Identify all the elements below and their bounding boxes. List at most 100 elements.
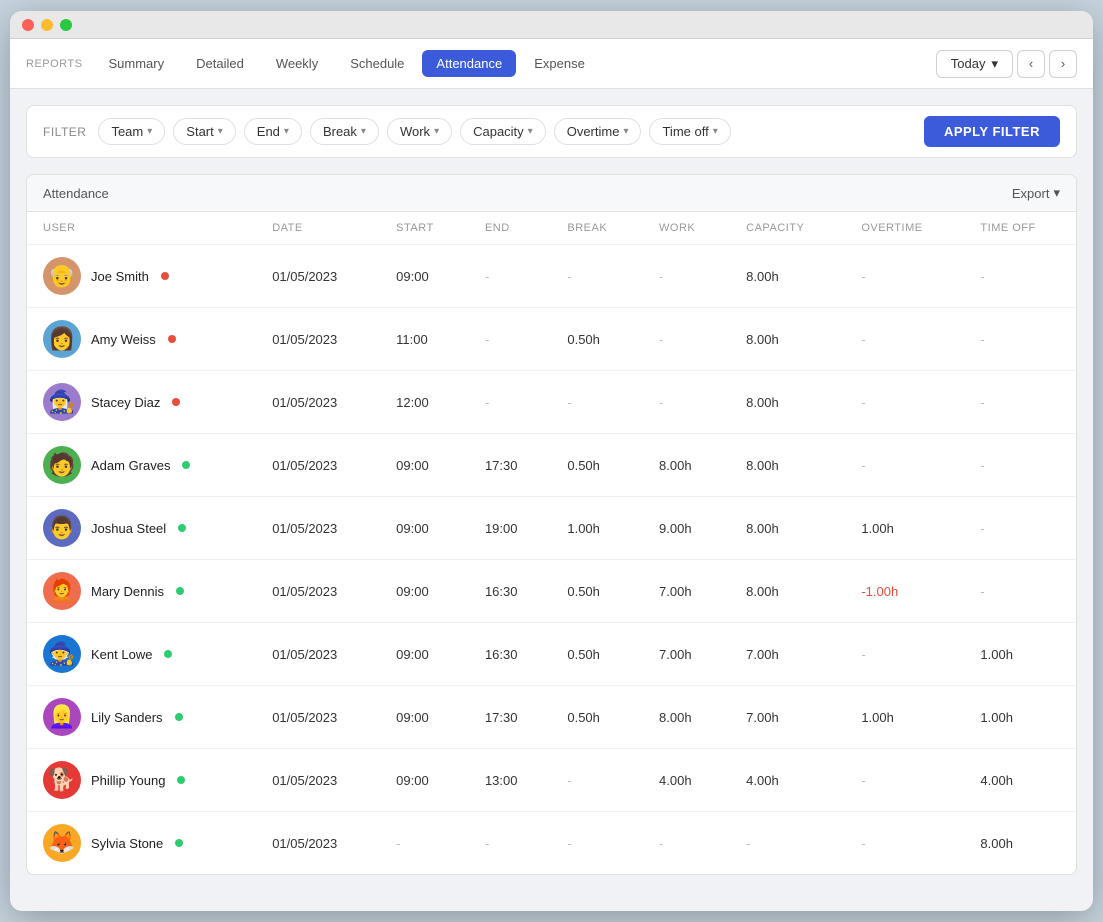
user-cell: 👩 Amy Weiss — [27, 308, 256, 371]
avatar: 👱‍♀️ — [43, 698, 81, 736]
user-cell: 👱‍♀️ Lily Sanders — [27, 686, 256, 749]
tab-detailed[interactable]: Detailed — [182, 50, 258, 77]
apply-filter-button[interactable]: APPLY FILTER — [924, 116, 1060, 147]
table-row: 🦊 Sylvia Stone 01/05/2023------8.00h — [27, 812, 1076, 875]
table-row: 🧙 Kent Lowe 01/05/202309:0016:300.50h7.0… — [27, 623, 1076, 686]
table-row: 🧙‍♀️ Stacey Diaz 01/05/202312:00---8.00h… — [27, 371, 1076, 434]
tab-summary[interactable]: Summary — [94, 50, 178, 77]
maximize-button[interactable] — [60, 19, 72, 31]
capacity-filter[interactable]: Capacity ▾ — [460, 118, 546, 145]
overtime-filter[interactable]: Overtime ▾ — [554, 118, 642, 145]
export-button[interactable]: Export ▾ — [1012, 185, 1060, 201]
avatar: 🧑 — [43, 446, 81, 484]
chevron-down-icon: ▾ — [991, 56, 998, 72]
user-cell: 👴 Joe Smith — [27, 245, 256, 308]
tab-attendance[interactable]: Attendance — [422, 50, 516, 77]
avatar: 👩 — [43, 320, 81, 358]
chevron-down-icon: ▾ — [713, 126, 718, 137]
table-header-row: USER DATE START END BREAK WORK CAPACITY … — [27, 212, 1076, 245]
col-overtime: OVERTIME — [845, 212, 964, 245]
user-name: Sylvia Stone — [91, 836, 163, 851]
user-cell: 🧑‍🦰 Mary Dennis — [27, 560, 256, 623]
user-cell: 👨 Joshua Steel — [27, 497, 256, 560]
col-date: DATE — [256, 212, 380, 245]
minimize-button[interactable] — [41, 19, 53, 31]
filter-label: FILTER — [43, 125, 86, 139]
user-name: Lily Sanders — [91, 710, 163, 725]
chevron-down-icon: ▾ — [147, 126, 152, 137]
table-header-bar: Attendance Export ▾ — [27, 175, 1076, 212]
chevron-down-icon: ▾ — [1053, 185, 1060, 201]
user-cell: 🦊 Sylvia Stone — [27, 812, 256, 875]
chevron-down-icon: ▾ — [528, 126, 533, 137]
table-row: 🧑‍🦰 Mary Dennis 01/05/202309:0016:300.50… — [27, 560, 1076, 623]
user-name: Amy Weiss — [91, 332, 156, 347]
avatar: 👴 — [43, 257, 81, 295]
avatar: 🧑‍🦰 — [43, 572, 81, 610]
break-filter[interactable]: Break ▾ — [310, 118, 379, 145]
user-name: Stacey Diaz — [91, 395, 160, 410]
col-end: END — [469, 212, 551, 245]
nav-tabs: REPORTS Summary Detailed Weekly Schedule… — [26, 50, 599, 77]
reports-label: REPORTS — [26, 58, 82, 70]
filter-bar: FILTER Team ▾ Start ▾ End ▾ Break ▾ Work… — [26, 105, 1077, 158]
avatar: 🦊 — [43, 824, 81, 862]
attendance-table-section: Attendance Export ▾ USER DATE START END … — [26, 174, 1077, 875]
table-row: 👩 Amy Weiss 01/05/202311:00-0.50h-8.00h-… — [27, 308, 1076, 371]
nav-bar: REPORTS Summary Detailed Weekly Schedule… — [10, 39, 1093, 89]
tab-weekly[interactable]: Weekly — [262, 50, 332, 77]
avatar: 👨 — [43, 509, 81, 547]
next-date-button[interactable]: › — [1049, 50, 1077, 78]
table-row: 👨 Joshua Steel 01/05/202309:0019:001.00h… — [27, 497, 1076, 560]
user-name: Joshua Steel — [91, 521, 166, 536]
table-row: 🐕 Phillip Young 01/05/202309:0013:00-4.0… — [27, 749, 1076, 812]
table-row: 👱‍♀️ Lily Sanders 01/05/202309:0017:300.… — [27, 686, 1076, 749]
col-work: WORK — [643, 212, 730, 245]
nav-date-controls: Today ▾ ‹ › — [936, 50, 1077, 78]
user-name: Adam Graves — [91, 458, 170, 473]
col-time-off: TIME OFF — [964, 212, 1076, 245]
close-button[interactable] — [22, 19, 34, 31]
avatar: 🐕 — [43, 761, 81, 799]
prev-date-button[interactable]: ‹ — [1017, 50, 1045, 78]
avatar: 🧙‍♀️ — [43, 383, 81, 421]
title-bar — [10, 11, 1093, 39]
avatar: 🧙 — [43, 635, 81, 673]
col-user: USER — [27, 212, 256, 245]
tab-expense[interactable]: Expense — [520, 50, 599, 77]
status-indicator — [175, 839, 183, 847]
table-row: 👴 Joe Smith 01/05/202309:00---8.00h-- — [27, 245, 1076, 308]
today-button[interactable]: Today ▾ — [936, 50, 1013, 78]
status-indicator — [172, 398, 180, 406]
section-title: Attendance — [43, 186, 109, 201]
table-row: 🧑 Adam Graves 01/05/202309:0017:300.50h8… — [27, 434, 1076, 497]
col-start: START — [380, 212, 469, 245]
chevron-down-icon: ▾ — [218, 126, 223, 137]
user-name: Joe Smith — [91, 269, 149, 284]
chevron-down-icon: ▾ — [434, 126, 439, 137]
col-capacity: CAPACITY — [730, 212, 845, 245]
user-name: Kent Lowe — [91, 647, 152, 662]
user-cell: 🧙 Kent Lowe — [27, 623, 256, 686]
status-indicator — [175, 713, 183, 721]
status-indicator — [178, 524, 186, 532]
status-indicator — [176, 587, 184, 595]
status-indicator — [164, 650, 172, 658]
team-filter[interactable]: Team ▾ — [98, 118, 165, 145]
user-cell: 🧙‍♀️ Stacey Diaz — [27, 371, 256, 434]
chevron-down-icon: ▾ — [284, 126, 289, 137]
status-indicator — [182, 461, 190, 469]
start-filter[interactable]: Start ▾ — [173, 118, 236, 145]
work-filter[interactable]: Work ▾ — [387, 118, 452, 145]
status-indicator — [161, 272, 169, 280]
status-indicator — [168, 335, 176, 343]
chevron-down-icon: ▾ — [623, 126, 628, 137]
tab-schedule[interactable]: Schedule — [336, 50, 418, 77]
app-window: REPORTS Summary Detailed Weekly Schedule… — [10, 11, 1093, 911]
user-name: Phillip Young — [91, 773, 165, 788]
user-cell: 🐕 Phillip Young — [27, 749, 256, 812]
end-filter[interactable]: End ▾ — [244, 118, 302, 145]
attendance-table: USER DATE START END BREAK WORK CAPACITY … — [27, 212, 1076, 874]
chevron-down-icon: ▾ — [361, 126, 366, 137]
time-off-filter[interactable]: Time off ▾ — [649, 118, 730, 145]
